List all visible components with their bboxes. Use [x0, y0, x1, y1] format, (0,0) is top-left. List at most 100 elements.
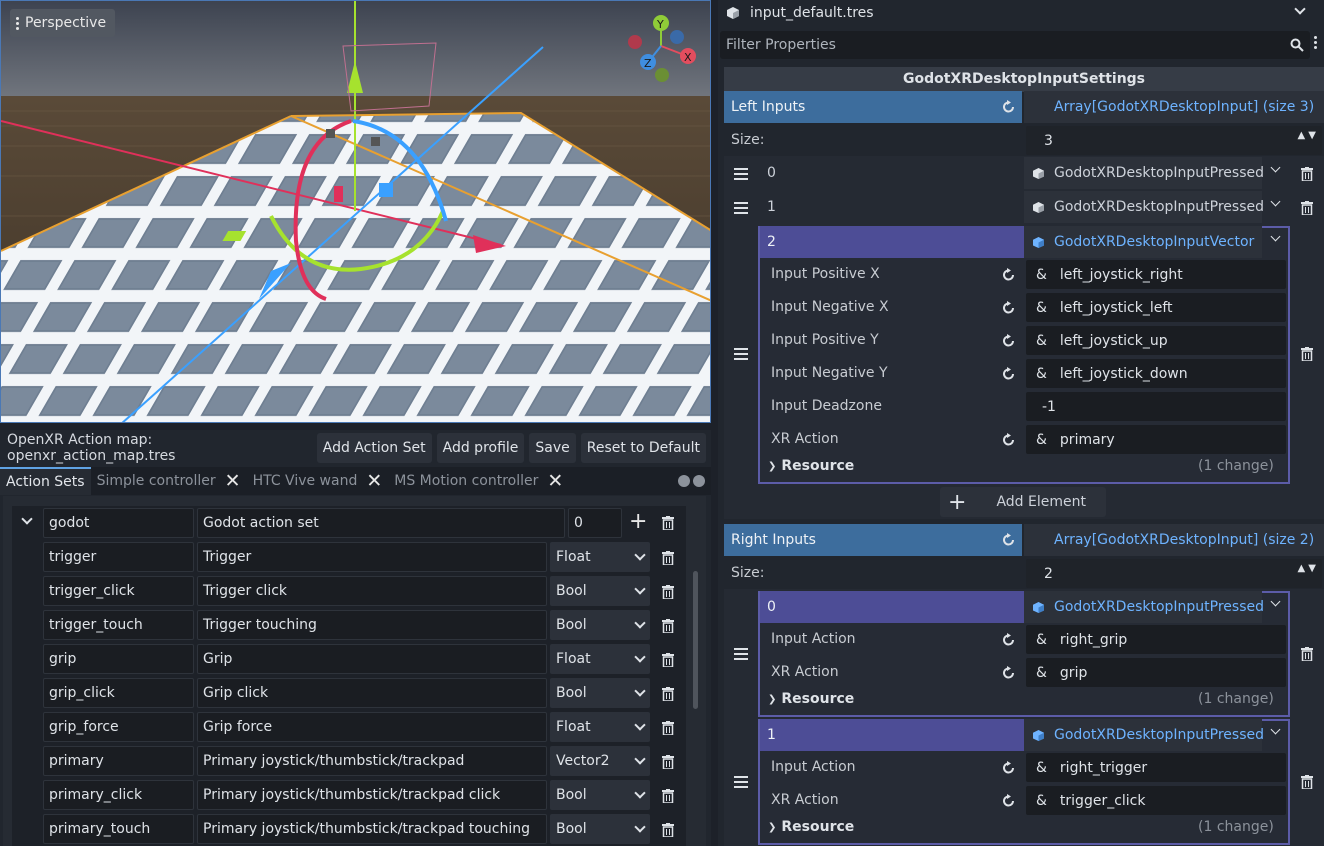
drag-handle-icon[interactable] — [734, 776, 748, 788]
perspective-menu-button[interactable]: Perspective — [10, 9, 116, 37]
close-icon[interactable]: ✕ — [366, 471, 382, 491]
action-label-field[interactable]: Trigger click — [197, 576, 547, 606]
drag-handle-icon[interactable] — [734, 202, 748, 214]
property-value-field[interactable]: & left_joystick_right — [1026, 260, 1286, 289]
revert-icon[interactable] — [1002, 533, 1016, 547]
resource-type-picker[interactable]: GodotXRDesktopInputPressed — [1024, 591, 1264, 623]
resource-selector[interactable]: input_default.tres — [718, 0, 1324, 26]
action-type-select[interactable]: Bool — [550, 780, 650, 810]
drag-handle-icon[interactable] — [734, 348, 748, 360]
3d-viewport[interactable]: Y X Z Perspective — [0, 0, 711, 423]
scroll-right-icon[interactable] — [693, 475, 705, 487]
action-label-field[interactable]: Primary joystick/thumbstick/trackpad — [197, 746, 547, 776]
scrollbar[interactable] — [693, 571, 698, 709]
action-set-label-field[interactable]: Godot action set — [197, 508, 565, 538]
delete-action-icon[interactable] — [662, 721, 674, 735]
action-name-field[interactable]: trigger — [43, 542, 194, 572]
delete-action-icon[interactable] — [662, 823, 674, 837]
action-type-select[interactable]: Float — [550, 712, 650, 742]
action-name-field[interactable]: grip_click — [43, 678, 194, 708]
resource-type-picker[interactable]: GodotXRDesktopInputPressed — [1024, 191, 1264, 223]
action-type-select[interactable]: Bool — [550, 610, 650, 640]
element-1-header[interactable]: 1 — [760, 719, 1024, 751]
action-type-select[interactable]: Float — [550, 644, 650, 674]
delete-element-icon[interactable] — [1301, 775, 1313, 789]
action-type-select[interactable]: Bool — [550, 678, 650, 708]
left-header[interactable]: Left Inputs — [724, 91, 1022, 123]
action-label-field[interactable]: Trigger — [197, 542, 547, 572]
delete-element-icon[interactable] — [1301, 347, 1313, 361]
action-name-field[interactable]: grip — [43, 644, 194, 674]
drag-handle-icon[interactable] — [734, 648, 748, 660]
delete-action-icon[interactable] — [662, 755, 674, 769]
resource-type-picker[interactable]: GodotXRDesktopInputPressed — [1024, 719, 1264, 751]
collapse-chevron-icon[interactable] — [21, 513, 33, 525]
action-type-select[interactable]: Vector2 — [550, 746, 650, 776]
add-element-button[interactable]: + Add Element — [940, 487, 1106, 517]
revert-icon[interactable] — [1002, 794, 1016, 808]
element-0-header[interactable]: 0 — [760, 591, 1024, 623]
revert-icon[interactable] — [1002, 301, 1016, 315]
element-2-header[interactable]: 2 — [760, 226, 1024, 258]
revert-icon[interactable] — [1002, 633, 1016, 647]
delete-action-icon[interactable] — [662, 619, 674, 633]
delete-action-icon[interactable] — [662, 687, 674, 701]
add-profile-button[interactable]: Add profile — [436, 433, 525, 463]
right-array-button[interactable]: Array[GodotXRDesktopInput] (size 2) — [1024, 524, 1324, 556]
delete-action-icon[interactable] — [662, 653, 674, 667]
delete-action-icon[interactable] — [662, 585, 674, 599]
revert-icon[interactable] — [1002, 433, 1016, 447]
filter-properties-input[interactable]: Filter Properties — [720, 31, 1310, 59]
action-name-field[interactable]: primary_touch — [43, 814, 194, 844]
right-header[interactable]: Right Inputs — [724, 524, 1022, 556]
action-label-field[interactable]: Grip — [197, 644, 547, 674]
action-name-field[interactable]: primary — [43, 746, 194, 776]
inspector-settings-icon[interactable] — [1314, 36, 1322, 52]
action-name-field[interactable]: primary_click — [43, 780, 194, 810]
action-name-field[interactable]: trigger_touch — [43, 610, 194, 640]
action-set-name-field[interactable]: godot — [43, 508, 194, 538]
right-size-spinbox[interactable]: 2 ▲ ▼ — [1026, 559, 1322, 588]
action-set-priority-spinbox[interactable]: 0 — [568, 508, 622, 538]
left-array-button[interactable]: Array[GodotXRDesktopInput] (size 3) — [1024, 91, 1324, 123]
close-icon[interactable]: ✕ — [547, 471, 563, 491]
revert-icon[interactable] — [1002, 334, 1016, 348]
delete-element-icon[interactable] — [1301, 167, 1313, 181]
action-label-field[interactable]: Grip click — [197, 678, 547, 708]
action-name-field[interactable]: trigger_click — [43, 576, 194, 606]
resource-type-picker[interactable]: GodotXRDesktopInputPressed — [1024, 157, 1264, 189]
action-name-field[interactable]: grip_force — [43, 712, 194, 742]
add-action-icon[interactable]: + — [629, 511, 647, 533]
property-value-field[interactable]: & left_joystick_left — [1026, 293, 1286, 322]
property-value-field[interactable]: -1 — [1026, 392, 1286, 421]
reset-to-default-button[interactable]: Reset to Default — [580, 433, 706, 463]
property-value-field[interactable]: & left_joystick_down — [1026, 359, 1286, 388]
save-button[interactable]: Save — [529, 433, 576, 463]
resource-type-picker[interactable]: GodotXRDesktopInputVector — [1024, 226, 1262, 258]
tab-htc-vive-wand[interactable]: HTC Vive wand ✕ — [247, 467, 389, 495]
revert-icon[interactable] — [1002, 100, 1016, 114]
action-label-field[interactable]: Trigger touching — [197, 610, 547, 640]
delete-action-icon[interactable] — [662, 551, 674, 565]
delete-action-icon[interactable] — [662, 789, 674, 803]
revert-icon[interactable] — [1002, 666, 1016, 680]
action-label-field[interactable]: Grip force — [197, 712, 547, 742]
scroll-left-icon[interactable] — [678, 475, 690, 487]
revert-icon[interactable] — [1002, 761, 1016, 775]
delete-element-icon[interactable] — [1301, 201, 1313, 215]
action-type-select[interactable]: Bool — [550, 814, 650, 844]
tab-simple-controller[interactable]: Simple controller ✕ — [91, 467, 247, 495]
property-value-field[interactable]: & right_grip — [1026, 625, 1286, 654]
revert-icon[interactable] — [1002, 367, 1016, 381]
action-type-select[interactable]: Bool — [550, 576, 650, 606]
property-value-field[interactable]: & left_joystick_up — [1026, 326, 1286, 355]
left-size-spinbox[interactable]: 3 ▲ ▼ — [1026, 126, 1322, 155]
action-label-field[interactable]: Primary joystick/thumbstick/trackpad cli… — [197, 780, 547, 810]
drag-handle-icon[interactable] — [734, 168, 748, 180]
tab-action-sets[interactable]: Action Sets — [0, 467, 91, 495]
property-value-field[interactable]: & right_trigger — [1026, 753, 1286, 782]
tab-ms-motion-controller[interactable]: MS Motion controller ✕ — [388, 467, 569, 495]
tab-scroll-arrows[interactable] — [678, 475, 705, 487]
revert-icon[interactable] — [1002, 268, 1016, 282]
action-label-field[interactable]: Primary joystick/thumbstick/trackpad tou… — [197, 814, 547, 844]
